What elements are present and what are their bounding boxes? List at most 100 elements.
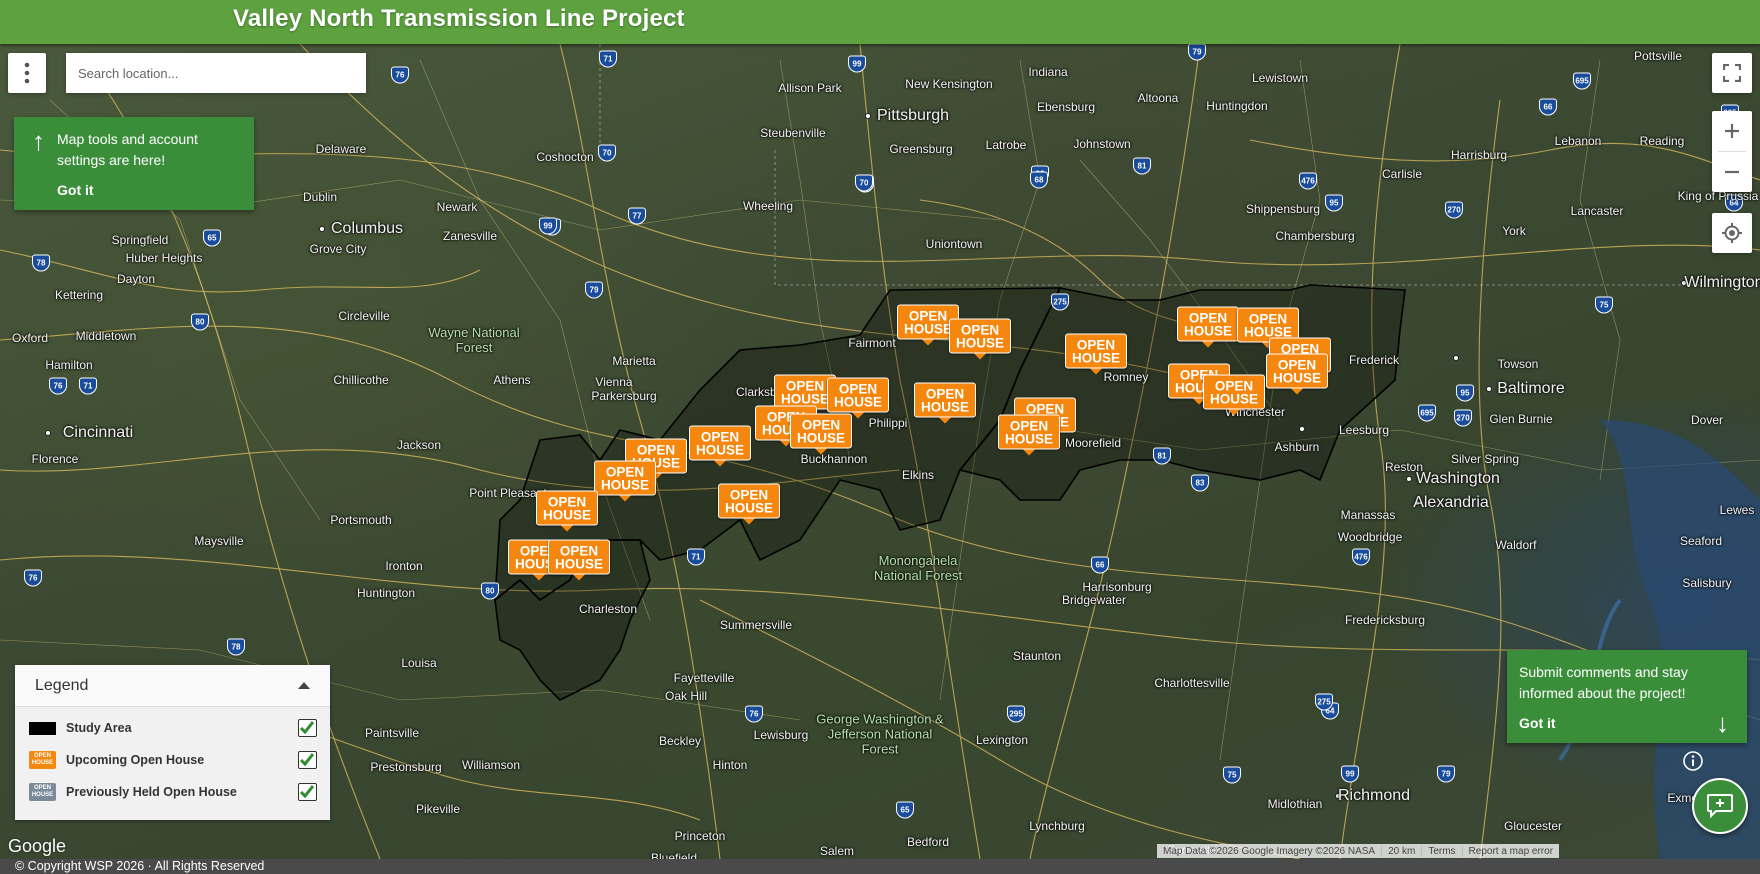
city-marker [319,226,325,232]
study-area-checkbox[interactable] [298,719,317,737]
city-label: Charleston [578,602,638,616]
open-house-marker[interactable]: OPEN HOUSE [548,539,610,581]
legend-panel: Legend Study Area OPEN HOUSE Upcoming Op… [15,665,330,820]
city-label: Dover [1690,413,1724,427]
city-label: Lewistown [1251,71,1309,85]
comment-plus-icon [1707,794,1733,819]
forest-label: Monongahela National Forest [873,553,963,583]
city-label: Florence [31,452,79,466]
open-house-marker[interactable]: OPEN HOUSE [536,490,598,532]
city-label: Huntington [356,586,416,600]
plus-icon [1725,124,1739,138]
zoom-out-button[interactable] [1712,152,1752,192]
city-label: Glen Burnie [1489,412,1553,426]
city-label: Louisa [401,656,437,670]
open-house-marker[interactable]: OPEN HOUSE [1065,333,1127,375]
city-label: York [1502,224,1526,238]
city-label: Prestonsburg [370,760,442,774]
open-house-marker[interactable]: OPEN HOUSE [1177,306,1239,348]
city-label: Ashburn [1274,440,1320,454]
city-label: Harrisonburg [1082,580,1152,594]
search-input[interactable] [66,53,366,93]
city-label: Wilmington [1684,274,1760,291]
city-label: Richmond [1337,787,1411,804]
footer: © Copyright WSP 2026 · All Rights Reserv… [0,859,1760,874]
my-location-button[interactable] [1712,213,1752,253]
checkmark-icon [299,721,315,735]
city-label: Johnstown [1073,137,1131,151]
city-label: Harrisburg [1450,148,1508,162]
city-label: Delaware [315,142,367,156]
forest-label: George Washington & Jefferson National F… [816,711,944,757]
legend-header[interactable]: Legend [15,665,330,707]
open-house-marker[interactable]: OPEN HOUSE [1266,353,1328,395]
city-label: Columbus [330,220,404,237]
forest-label: Wayne National Forest [428,325,520,355]
arrow-up-icon: ↑ [32,126,45,156]
city-label: Hinton [712,758,748,772]
city-label: Altoona [1137,91,1179,105]
upcoming-open-house-checkbox[interactable] [298,751,317,769]
city-label: Middletown [75,329,137,343]
info-icon[interactable] [1682,750,1704,772]
collapse-caret-icon[interactable] [298,682,310,689]
open-house-marker[interactable]: OPEN HOUSE [949,318,1011,360]
city-label: Seaford [1679,534,1723,548]
got-it-button[interactable]: Got it [1519,713,1735,734]
city-label: Williamson [461,758,521,772]
app-header: Valley North Transmission Line Project [0,0,1760,44]
add-comment-button[interactable] [1692,778,1748,834]
city-label: Pittsburgh [876,107,950,124]
scale-label[interactable]: 20 km [1382,845,1423,857]
page-title: Valley North Transmission Line Project [233,5,685,32]
city-label: Moorefield [1064,436,1122,450]
zoom-in-button[interactable] [1712,111,1752,151]
city-label: Hamilton [45,358,93,372]
city-label: Huntingdon [1206,99,1268,113]
city-label: Buckhannon [800,452,868,466]
terms-link[interactable]: Terms [1422,845,1463,857]
city-label: Lancaster [1570,204,1624,218]
city-label: Cincinnati [62,424,134,441]
map-data-text: Map Data ©2026 Google Imagery ©2026 NASA [1157,845,1383,857]
open-house-marker[interactable]: OPEN HOUSE [790,413,852,455]
open-house-marker[interactable]: OPEN HOUSE [827,377,889,419]
city-label: Oxford [11,331,49,345]
legend-item-study-area: Study Area [15,715,330,747]
fullscreen-button[interactable] [1712,53,1752,93]
zoom-control [1712,111,1752,192]
legend-item-label: Upcoming Open House [66,753,205,767]
open-house-marker[interactable]: OPEN HOUSE [998,414,1060,456]
open-house-marker[interactable]: OPEN HOUSE [718,483,780,525]
city-marker [1486,386,1492,392]
city-label: Woodbridge [1337,530,1403,544]
open-house-marker[interactable]: OPEN HOUSE [1203,374,1265,416]
minus-icon [1725,170,1739,174]
menu-button[interactable] [8,53,46,93]
city-label: Fayetteville [673,671,735,685]
city-marker [45,430,51,436]
open-house-marker[interactable]: OPEN HOUSE [689,425,751,467]
open-house-marker[interactable]: OPEN HOUSE [914,382,976,424]
city-label: Steubenville [760,126,826,140]
city-label: Summersville [719,618,793,632]
city-label: Beckley [658,734,702,748]
city-label: Chambersburg [1275,229,1355,243]
city-label: Allison Park [778,81,842,95]
got-it-button[interactable]: Got it [57,180,242,201]
city-label: Portsmouth [330,513,392,527]
open-house-marker[interactable]: OPEN HOUSE [594,460,656,502]
city-label: Waldorf [1495,538,1537,552]
google-logo: Google [8,836,67,856]
city-label: Leesburg [1338,423,1390,437]
city-label: Maysville [194,534,244,548]
city-label: Lynchburg [1029,819,1085,833]
previous-open-house-checkbox[interactable] [298,783,317,801]
vertical-dots-icon [24,62,30,84]
city-label: Salem [819,844,855,858]
city-label: Charlottesville [1154,676,1230,690]
city-label: Shippensburg [1245,202,1321,216]
city-label: Zanesville [442,229,498,243]
report-error-link[interactable]: Report a map error [1463,846,1559,857]
city-label: Princeton [674,829,726,843]
